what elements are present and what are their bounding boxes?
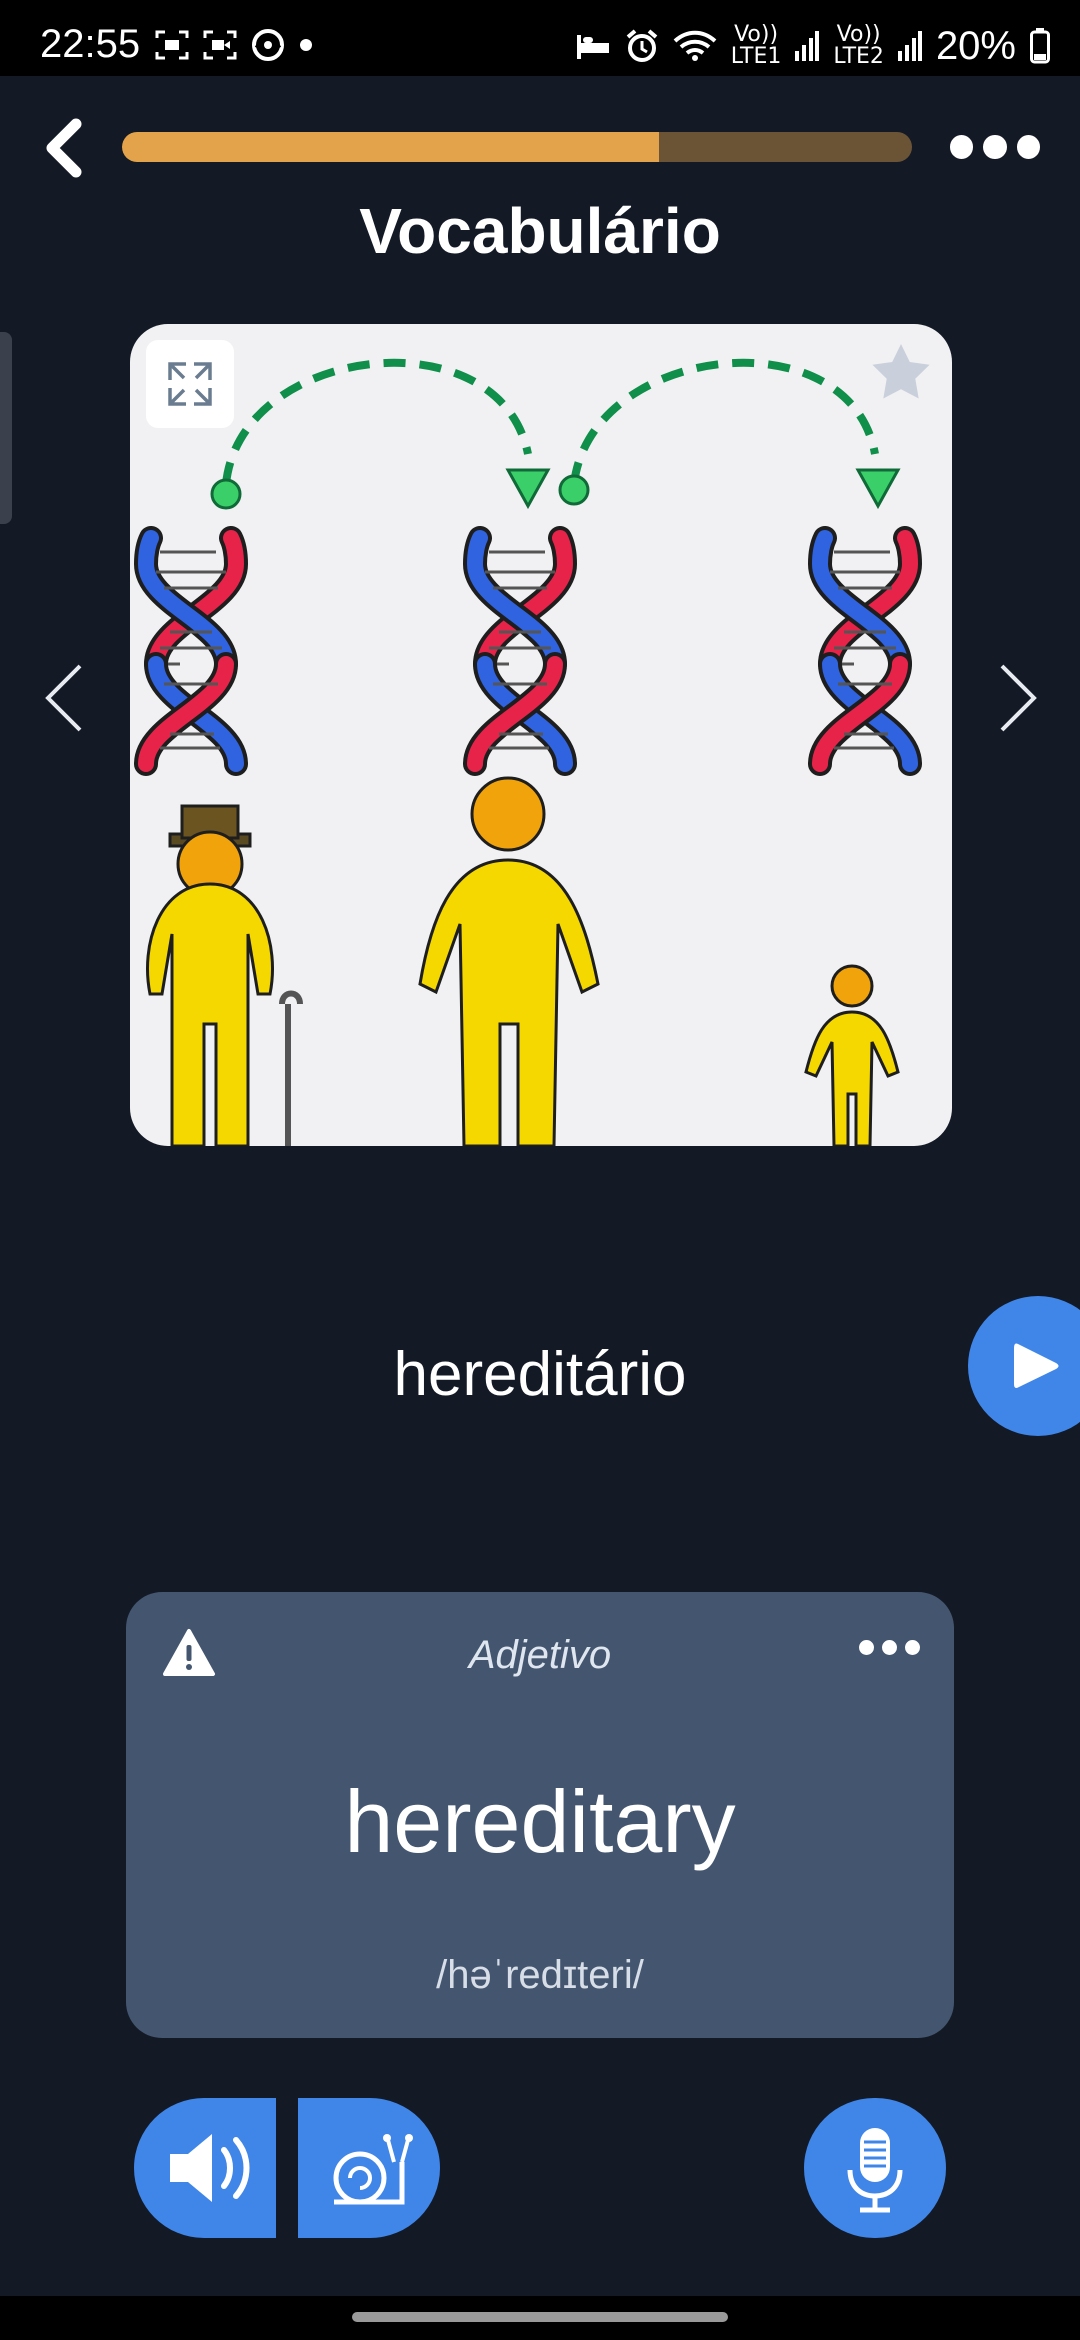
definition-card: Adjetivo hereditary /həˈredɪteri/ (126, 1592, 954, 2038)
expand-image-button[interactable] (146, 340, 234, 428)
previous-card-button[interactable] (40, 660, 88, 736)
play-audio-button[interactable] (968, 1296, 1080, 1436)
english-translation: hereditary (344, 1772, 736, 1871)
portuguese-word: hereditário (393, 1340, 687, 1409)
volte-lte1-icon: Vo)) LTE1 (731, 24, 782, 68)
status-right-icons: Vo)) LTE1 Vo)) LTE2 20% (575, 24, 1050, 68)
ipa-transcription: /həˈredɪteri/ (436, 1953, 644, 1997)
more-options-button[interactable] (950, 130, 1040, 164)
signal-1-icon (795, 31, 820, 61)
screen-record-icon (203, 30, 237, 60)
expand-icon (168, 362, 212, 406)
chevron-right-icon (1000, 664, 1037, 732)
battery-percent: 20% (935, 24, 1016, 68)
star-icon (872, 344, 930, 399)
chevron-left-icon (45, 664, 82, 732)
next-card-button[interactable] (994, 660, 1042, 736)
back-button[interactable] (36, 118, 96, 178)
alarm-icon (626, 29, 658, 62)
signal-2-icon (897, 31, 922, 61)
lte1-label: LTE1 (730, 44, 782, 69)
notification-dot-icon (300, 39, 312, 51)
microphone-button[interactable] (804, 2098, 946, 2238)
favorite-button[interactable] (866, 338, 936, 408)
chevron-left-icon (46, 118, 82, 178)
sleep-mode-icon (576, 35, 609, 59)
dna-inheritance-family-illustration (130, 358, 952, 1146)
volte-label: Vo)) (734, 22, 779, 47)
page-title: Vocabulário (359, 195, 721, 267)
microphone-icon (847, 2128, 903, 2213)
lesson-progress-fill (122, 132, 660, 162)
edge-sync-icon (252, 29, 284, 61)
edge-panel-handle[interactable] (0, 332, 12, 524)
volte-lte2-icon: Vo)) LTE2 (833, 24, 884, 68)
play-icon (1014, 1343, 1059, 1388)
home-indicator[interactable] (352, 2312, 728, 2322)
lte2-label: LTE2 (833, 44, 884, 69)
status-time: 22:55 (40, 22, 141, 66)
status-bar: 22:55 Vo)) LTE1 Vo)) LTE2 20% (0, 0, 1080, 76)
more-dot (882, 1640, 897, 1655)
system-nav-bar (0, 2296, 1080, 2340)
definition-more-button[interactable] (859, 1640, 920, 1655)
status-left-icons (155, 28, 313, 62)
speak-slow-button[interactable] (298, 2098, 440, 2238)
wifi-icon (673, 30, 717, 61)
part-of-speech-label: Adjetivo (468, 1633, 612, 1677)
more-dot (950, 135, 974, 159)
more-dot (983, 135, 1007, 159)
speak-normal-button[interactable] (134, 2098, 276, 2238)
screenshot-icon (155, 30, 189, 60)
more-dot (1016, 135, 1040, 159)
volte-label-2: Vo)) (836, 22, 881, 47)
lesson-progress-bar (122, 132, 912, 162)
battery-icon (1030, 28, 1050, 64)
snail-icon (333, 2134, 413, 2205)
more-dot (859, 1640, 874, 1655)
speaker-icon (170, 2134, 250, 2202)
vocabulary-image-card (130, 324, 952, 1146)
more-dot (905, 1640, 920, 1655)
